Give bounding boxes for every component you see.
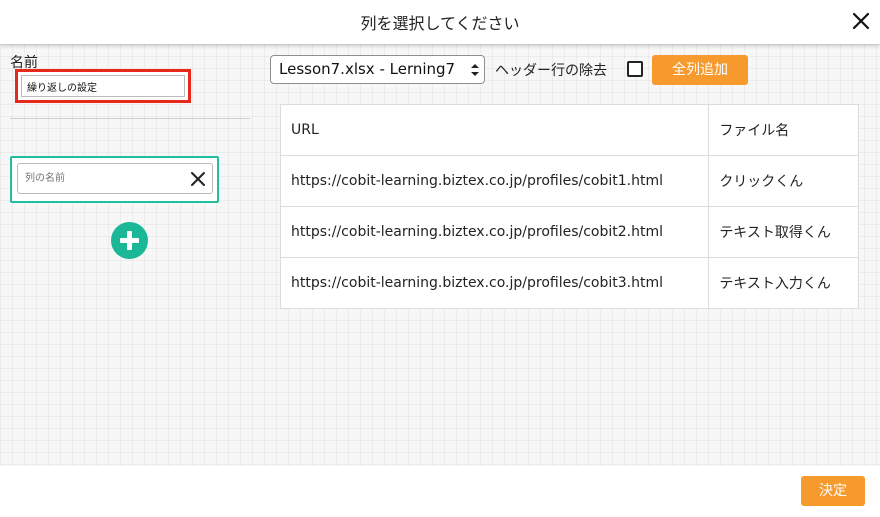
close-icon [191, 172, 205, 186]
header-exclude-checkbox[interactable] [627, 61, 643, 77]
table-cell[interactable]: https://cobit-learning.biztex.co.jp/prof… [279, 206, 710, 258]
table-cell[interactable]: テキスト入力くん [708, 257, 859, 309]
ok-button[interactable]: 決定 [801, 476, 865, 506]
table-row: https://cobit-learning.biztex.co.jp/prof… [279, 206, 859, 258]
close-button[interactable] [850, 10, 872, 32]
add-column-button[interactable] [111, 222, 148, 259]
table-header-row: URL ファイル名 [279, 104, 859, 156]
dialog-header: 列を選択してください [0, 0, 880, 44]
table-header-cell[interactable]: ファイル名 [708, 104, 859, 156]
table-cell[interactable]: https://cobit-learning.biztex.co.jp/prof… [279, 155, 710, 207]
column-name-input[interactable] [17, 163, 213, 194]
table-row: https://cobit-learning.biztex.co.jp/prof… [279, 257, 859, 309]
name-input-highlight [15, 69, 191, 103]
table-cell[interactable]: クリックくん [708, 155, 859, 207]
column-entry [10, 156, 219, 203]
remove-column-button[interactable] [190, 171, 206, 187]
table-cell[interactable]: https://cobit-learning.biztex.co.jp/prof… [279, 257, 710, 309]
name-input[interactable] [21, 75, 185, 97]
table-row: https://cobit-learning.biztex.co.jp/prof… [279, 155, 859, 207]
table-header-cell[interactable]: URL [279, 104, 710, 156]
dialog-footer: 決定 [0, 466, 880, 517]
table-cell[interactable]: テキスト取得くん [708, 206, 859, 258]
preview-table: URL ファイル名 https://cobit-learning.biztex.… [279, 104, 859, 309]
close-icon [852, 12, 870, 30]
add-all-columns-button[interactable]: 全列追加 [652, 55, 748, 85]
dialog-title: 列を選択してください [360, 14, 520, 33]
sheet-select[interactable]: Lesson7.xlsx - Lerning7 [270, 55, 485, 84]
select-arrows-icon [471, 64, 479, 76]
divider [10, 118, 250, 119]
sheet-select-value: Lesson7.xlsx - Lerning7 [279, 60, 456, 78]
header-exclude-label: ヘッダー行の除去 [495, 63, 607, 79]
